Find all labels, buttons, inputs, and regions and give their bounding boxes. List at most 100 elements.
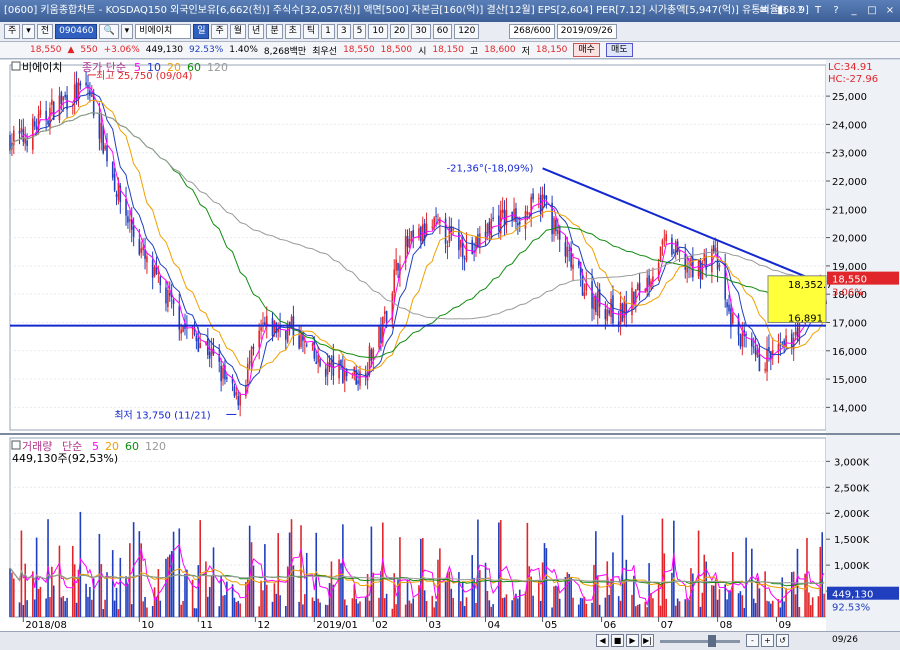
help-icon[interactable]: ? — [794, 0, 806, 22]
interval-20-button[interactable]: 20 — [389, 24, 410, 39]
candle-body — [612, 295, 614, 324]
volume-bar — [579, 597, 582, 617]
period-day-button[interactable]: 일 — [193, 24, 210, 39]
x-axis-label: 05 — [545, 620, 558, 631]
all-market-button[interactable]: 전 — [36, 24, 54, 39]
volume-bar — [804, 573, 806, 617]
volume-bar — [275, 593, 278, 617]
volume-bar — [475, 603, 477, 617]
candle-body — [125, 199, 127, 216]
x-axis-label: 06 — [604, 620, 617, 631]
period-year-button[interactable]: 년 — [248, 24, 265, 39]
interval-120-button[interactable]: 120 — [454, 24, 480, 39]
buy-button[interactable]: 매수 — [573, 43, 600, 57]
chart-canvas[interactable]: 14,00015,00016,00017,00018,00019,00020,0… — [0, 60, 900, 631]
candle-body — [45, 110, 47, 120]
period-minute-button[interactable]: 분 — [266, 24, 283, 39]
search-icon[interactable]: 🔍 — [99, 24, 119, 39]
volume-bar — [783, 601, 785, 617]
code-dropdown[interactable]: ▾ — [120, 24, 134, 39]
layout-icon[interactable]: ◧ — [776, 0, 788, 22]
zoom-in-button[interactable]: + — [761, 634, 774, 647]
volume-bar — [530, 576, 532, 617]
zoom-slider-handle[interactable] — [708, 635, 716, 647]
volume-bar — [18, 602, 21, 617]
interval-10-button[interactable]: 10 — [368, 24, 388, 39]
candle-body — [701, 263, 704, 280]
volume-bar — [617, 596, 620, 617]
volume-bar — [378, 597, 380, 617]
volume-bar — [382, 522, 384, 617]
candle-body — [555, 219, 557, 232]
candle-body — [79, 83, 82, 86]
volume-bar — [636, 604, 639, 617]
volume-bar — [237, 600, 240, 617]
zoom-out-button[interactable]: - — [746, 634, 759, 647]
candle-body — [62, 96, 65, 101]
stock-type-dropdown[interactable]: ▾ — [22, 24, 35, 39]
stock-code-input[interactable]: 090460 — [55, 24, 98, 39]
volume-ratio: 92.53% — [188, 45, 224, 55]
maximize-button[interactable]: □ — [866, 0, 878, 22]
data-count-input[interactable]: 268/600 — [509, 24, 555, 39]
candle-body — [106, 145, 108, 162]
candle-body — [153, 266, 156, 277]
scroll-left-button[interactable]: ◀ — [596, 634, 609, 647]
candle-body — [222, 367, 224, 379]
period-month-button[interactable]: 월 — [229, 24, 247, 39]
volume-bar — [26, 600, 28, 617]
candle-body — [138, 239, 141, 255]
candle-body — [731, 313, 734, 324]
volume-bar — [45, 598, 47, 617]
interval-30-button[interactable]: 30 — [411, 24, 431, 39]
volume-bar — [785, 588, 787, 617]
chart-area[interactable]: 14,000 15,000 16,000 17,000 18,000 19,000 20,0… — [0, 60, 900, 631]
interval-5-button[interactable]: 5 — [352, 24, 367, 39]
interval-60-button[interactable]: 60 — [432, 24, 453, 39]
interval-3-button[interactable]: 3 — [336, 24, 351, 39]
font-icon[interactable]: T — [812, 0, 824, 22]
candle-body — [459, 239, 462, 248]
volume-bar — [102, 609, 105, 617]
x-axis-label: 04 — [488, 620, 501, 631]
interval-1-button[interactable]: 1 — [321, 24, 335, 39]
info-icon[interactable]: ? — [830, 0, 842, 22]
stock-name-field[interactable]: 비에이치 — [135, 24, 192, 39]
minimize-button[interactable]: _ — [848, 0, 860, 22]
candle-body — [9, 134, 11, 152]
candle-body — [673, 251, 675, 253]
candle-body — [146, 256, 148, 263]
candle-body — [172, 299, 175, 304]
scroll-right-button[interactable]: ▶ — [626, 634, 639, 647]
zoom-reset-button[interactable]: ↺ — [776, 634, 789, 647]
period-week-button[interactable]: 주 — [211, 24, 228, 39]
candle-body — [712, 245, 715, 252]
chart-toolbar: 주 ▾ 전 090460 🔍 ▾ 비에이치 일 주 월 년 분 초 틱 1 3 … — [0, 22, 900, 42]
period-tick-button[interactable]: 틱 — [302, 24, 320, 39]
sell-button[interactable]: 매도 — [605, 43, 633, 57]
x-axis-label: 09 — [779, 620, 792, 631]
close-button[interactable]: × — [884, 0, 896, 22]
candle-body — [168, 293, 171, 296]
zoom-slider-track[interactable] — [660, 640, 740, 643]
candle-body — [726, 302, 728, 308]
period-second-button[interactable]: 초 — [284, 24, 301, 39]
scroll-end-button[interactable]: ▶| — [641, 634, 654, 647]
volume-bar — [304, 594, 306, 617]
volume-bar — [739, 591, 742, 617]
current-price-axis-label: 18,550 — [832, 275, 867, 286]
candle-body — [435, 215, 437, 217]
volume-bar — [285, 605, 287, 617]
date-input[interactable]: 2019/09/26 — [556, 24, 617, 39]
candle-body — [264, 322, 266, 325]
candle-body — [326, 361, 329, 375]
volume-bar — [104, 599, 106, 617]
stop-button[interactable]: ■ — [611, 634, 624, 647]
volume-bar — [714, 578, 717, 617]
open-price: 18,150 — [432, 45, 464, 55]
volume-bar — [252, 565, 255, 617]
candle-body — [463, 258, 466, 260]
stock-type-select[interactable]: 주 — [4, 24, 21, 39]
volume-bar — [385, 593, 388, 617]
mail-icon[interactable]: ✉ — [758, 0, 770, 22]
